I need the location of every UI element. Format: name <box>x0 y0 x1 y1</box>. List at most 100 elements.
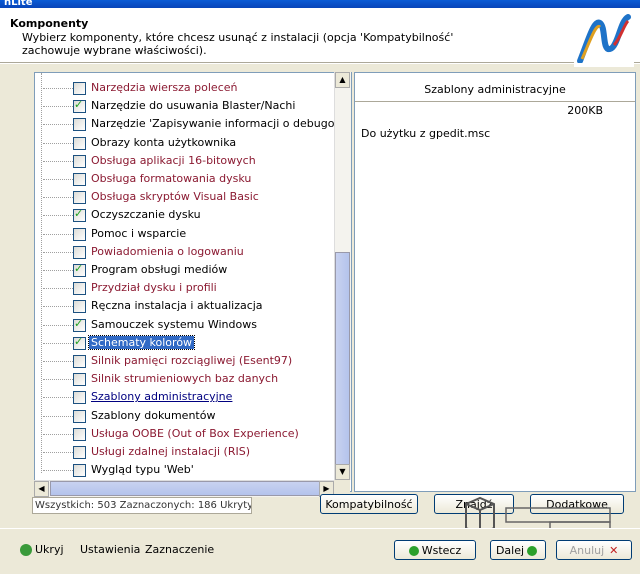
components-tree[interactable]: Narzędzia wiersza poleceń Narzędzie do us… <box>34 72 352 492</box>
tree-item-checkbox[interactable] <box>73 335 86 350</box>
back-label: Wstecz <box>421 544 462 557</box>
tree-connector <box>43 433 73 435</box>
detail-divider <box>355 101 635 102</box>
tree-item-checkbox[interactable] <box>73 118 86 132</box>
tree-connector <box>43 452 73 453</box>
tree-item-checkbox[interactable] <box>73 409 86 423</box>
tree-connector <box>43 306 73 308</box>
tree-item[interactable]: Narzędzia wiersza poleceń <box>43 80 333 97</box>
tree-item[interactable]: Powiadomienia o logowaniu <box>43 244 333 261</box>
tree-item-checkbox[interactable] <box>73 98 86 114</box>
tree-item[interactable]: Obsługa aplikacji 16-bitowych <box>43 153 333 170</box>
settings-link[interactable]: Ustawienia <box>80 543 140 556</box>
tree-connector <box>43 397 73 399</box>
window-titlebar[interactable]: nLite <box>0 0 640 8</box>
detail-title: Szablony administracyjne <box>424 83 566 96</box>
cancel-label: Anuluj <box>569 544 605 557</box>
download-arrow-icon <box>20 544 32 556</box>
tree-item[interactable]: Wygląd typu 'Web' <box>43 462 333 479</box>
tree-item-checkbox[interactable] <box>73 191 86 205</box>
hide-label: Ukryj <box>35 543 64 556</box>
tree-item[interactable]: Oczyszczanie dysku <box>43 207 333 224</box>
tree-item-checkbox[interactable] <box>73 373 86 387</box>
tree-item-checkbox[interactable] <box>73 300 86 314</box>
tree-item[interactable]: Usługa OOBE (Out of Box Experience) <box>43 426 333 443</box>
tree-item[interactable]: Program obsługi mediów <box>43 262 333 279</box>
tree-item-label: Schematy kolorów <box>87 334 196 350</box>
tree-item[interactable]: Obrazy konta użytkownika <box>43 135 333 152</box>
tree-item-checkbox[interactable] <box>73 245 86 259</box>
tree-item-label: Szablony administracyjne <box>91 390 233 404</box>
tree-item-label: Samouczek systemu Windows <box>91 317 257 331</box>
tree-item-checkbox[interactable] <box>73 207 86 223</box>
tree-item[interactable]: Silnik strumieniowych baz danych <box>43 371 333 388</box>
hide-button[interactable]: Ukryj <box>20 543 64 556</box>
tree-item[interactable]: Szablony administracyjne <box>43 389 333 406</box>
tree-item-label: Obrazy konta użytkownika <box>91 135 237 149</box>
tree-item-checkbox[interactable] <box>73 82 86 95</box>
tree-connector <box>43 233 73 235</box>
tree-connector <box>43 342 73 344</box>
tree-connector <box>43 124 73 126</box>
tree-item-checkbox[interactable] <box>73 446 86 459</box>
hscroll-thumb[interactable] <box>50 481 320 496</box>
tree-item[interactable]: Ręczna instalacja i aktualizacja <box>43 298 333 315</box>
tree-item-checkbox[interactable] <box>73 391 86 405</box>
tree-item-label: Oczyszczanie dysku <box>91 208 201 222</box>
next-button[interactable]: Dalej <box>490 540 546 560</box>
tree-item-checkbox[interactable] <box>73 282 86 296</box>
tree-connector <box>43 142 73 144</box>
select-link[interactable]: Zaznaczenie <box>145 543 214 556</box>
back-button[interactable]: Wstecz <box>394 540 476 560</box>
tree-item[interactable]: Narzędzie 'Zapisywanie informacji o debu… <box>43 116 351 133</box>
next-arrow-icon <box>527 546 538 556</box>
tree-item[interactable]: Przydział dysku i profili <box>43 280 333 297</box>
tree-item-label: Narzędzie 'Zapisywanie informacji o debu… <box>91 117 351 131</box>
scroll-thumb[interactable] <box>335 252 350 488</box>
header-separator <box>0 63 640 64</box>
scroll-down-button[interactable]: ▼ <box>335 464 350 480</box>
tree-item[interactable]: Usługi zdalnej instalacji (RIS) <box>43 444 333 461</box>
tree-item[interactable]: Silnik pamięci rozciągliwej (Esent97) <box>43 353 333 370</box>
scroll-up-button[interactable]: ▲ <box>335 72 350 88</box>
tree-item-label: Ręczna instalacja i aktualizacja <box>91 299 263 313</box>
detail-description: Do użytku z gpedit.msc <box>361 127 491 140</box>
status-counter: Wszystkich: 503 Zaznaczonych: 186 Ukryty… <box>32 497 252 514</box>
tree-connector <box>43 215 73 217</box>
compatibility-button[interactable]: Kompatybilność <box>320 494 418 514</box>
tree-item-checkbox[interactable] <box>73 427 86 441</box>
close-x-icon: ✕ <box>609 544 619 557</box>
scroll-left-button[interactable]: ◀ <box>34 481 49 497</box>
tree-connector <box>43 470 73 472</box>
tree-connector <box>43 88 73 89</box>
tree-connector <box>43 361 73 362</box>
tree-item-label: Silnik strumieniowych baz danych <box>91 372 279 386</box>
tree-item-checkbox[interactable] <box>73 262 86 277</box>
tree-horizontal-scrollbar[interactable]: ◀ ▶ <box>34 480 334 497</box>
tree-item-checkbox[interactable] <box>73 464 86 478</box>
tree-vertical-scrollbar[interactable]: ▲ ▼ <box>334 72 351 488</box>
tree-item[interactable]: Obsługa skryptów Visual Basic <box>43 189 333 206</box>
tree-connector <box>43 179 73 180</box>
tree-item-label: Program obsługi mediów <box>91 263 228 276</box>
tree-item-checkbox[interactable] <box>73 136 86 150</box>
tree-item[interactable]: Samouczek systemu Windows <box>43 317 333 334</box>
tree-item-label: Obsługa formatowania dysku <box>91 172 252 185</box>
tree-item-checkbox[interactable] <box>73 227 86 241</box>
tree-item[interactable]: Szablony dokumentów <box>43 408 333 425</box>
tree-connector <box>43 415 73 417</box>
tree-item-checkbox[interactable] <box>73 173 86 186</box>
tree-item[interactable]: Pomoc i wsparcie <box>43 226 333 243</box>
tree-item-checkbox[interactable] <box>73 154 86 168</box>
tree-connector <box>43 197 73 199</box>
tree-item-checkbox[interactable] <box>73 355 86 368</box>
tree-item[interactable]: Schematy kolorów <box>43 334 333 352</box>
cancel-button[interactable]: Anuluj ✕ <box>556 540 632 560</box>
tree-item[interactable]: Obsługa formatowania dysku <box>43 171 333 188</box>
tree-connector <box>43 160 73 162</box>
page-description: Wybierz komponenty, które chcesz usunąć … <box>22 31 454 57</box>
tree-item-label: Silnik pamięci rozciągliwej (Esent97) <box>91 354 293 367</box>
tree-item[interactable]: Narzędzie do usuwania Blaster/Nachi <box>43 98 333 115</box>
tree-item-checkbox[interactable] <box>73 317 86 332</box>
nlite-logo-icon <box>574 11 634 67</box>
